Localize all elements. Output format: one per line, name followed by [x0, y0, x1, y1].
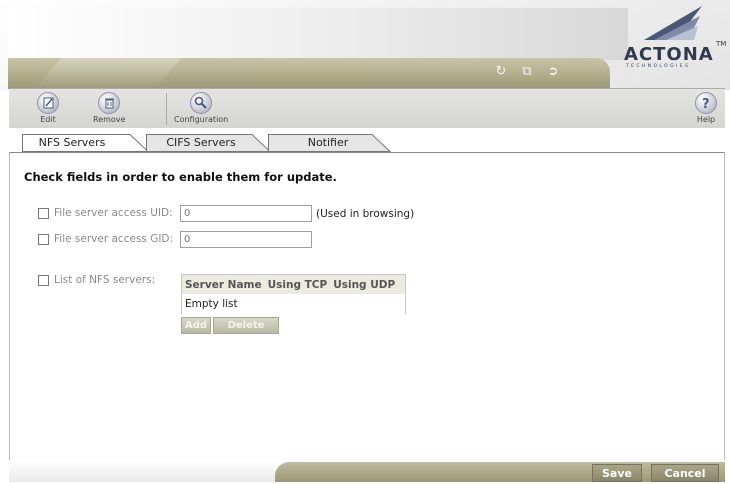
header-icon-group: ↻ ⧉ ➲	[493, 64, 561, 80]
column-using-tcp[interactable]: Using TCP	[268, 279, 328, 291]
instructions-text: Check fields in order to enable them for…	[24, 170, 337, 184]
logo-text: ACTONA	[624, 44, 714, 65]
window-icon[interactable]: ⧉	[519, 64, 535, 80]
uid-checkbox[interactable]	[38, 207, 49, 219]
delete-button[interactable]: Delete	[213, 317, 279, 334]
help-label: Help	[696, 115, 716, 124]
gid-input[interactable]: 0	[180, 231, 312, 248]
cancel-button[interactable]: Cancel	[651, 464, 719, 482]
wrench-icon	[190, 92, 213, 114]
toolbar: Edit Remove Configuration ? Help	[9, 88, 725, 128]
uid-input[interactable]: 0	[180, 205, 312, 222]
uid-row: File server access UID:	[38, 207, 173, 219]
configuration-button[interactable]: Configuration	[174, 92, 228, 124]
remove-label: Remove	[93, 115, 126, 124]
trash-icon	[98, 92, 121, 114]
configuration-label: Configuration	[174, 115, 229, 124]
logo-trademark: TM	[716, 40, 727, 48]
remove-button[interactable]: Remove	[93, 92, 125, 124]
nfs-list-checkbox[interactable]	[38, 274, 49, 286]
edit-label: Edit	[40, 115, 56, 124]
svg-text:?: ?	[702, 97, 710, 112]
tab-cifs-servers[interactable]: CIFS Servers	[146, 134, 272, 152]
tab-nfs-servers-label: NFS Servers	[38, 136, 106, 149]
nfs-list-row: List of NFS servers:	[38, 274, 155, 286]
column-server-name[interactable]: Server Name	[185, 279, 262, 291]
tab-nfs-servers[interactable]: NFS Servers	[22, 134, 150, 152]
nfs-servers-table: Server Name Using TCP Using UDP Empty li…	[181, 274, 406, 314]
toolbar-separator	[166, 93, 167, 125]
table-empty-row: Empty list	[182, 294, 405, 314]
gid-label: File server access GID:	[54, 233, 174, 245]
help-icon: ?	[695, 92, 717, 114]
help-button[interactable]: ? Help	[695, 92, 717, 124]
gid-checkbox[interactable]	[38, 233, 49, 245]
column-using-udp[interactable]: Using UDP	[333, 279, 395, 291]
add-button[interactable]: Add	[181, 317, 211, 334]
uid-label: File server access UID:	[54, 207, 173, 219]
save-button[interactable]: Save	[592, 464, 642, 482]
uid-hint: (Used in browsing)	[316, 208, 415, 220]
tab-notifier[interactable]: Notifier	[268, 134, 392, 152]
gid-row: File server access GID:	[38, 233, 173, 245]
banner-swoosh	[8, 8, 628, 60]
edit-icon	[37, 92, 59, 114]
refresh-icon[interactable]: ↻	[493, 64, 509, 80]
edit-button[interactable]: Edit	[37, 92, 59, 124]
tab-notifier-label: Notifier	[307, 136, 349, 149]
table-header-row: Server Name Using TCP Using UDP	[182, 275, 405, 294]
logo-subtitle: TECHNOLOGIES	[626, 64, 691, 69]
logout-icon[interactable]: ➲	[545, 64, 561, 80]
nfs-list-label: List of NFS servers:	[54, 274, 156, 286]
tab-cifs-servers-label: CIFS Servers	[166, 136, 236, 149]
